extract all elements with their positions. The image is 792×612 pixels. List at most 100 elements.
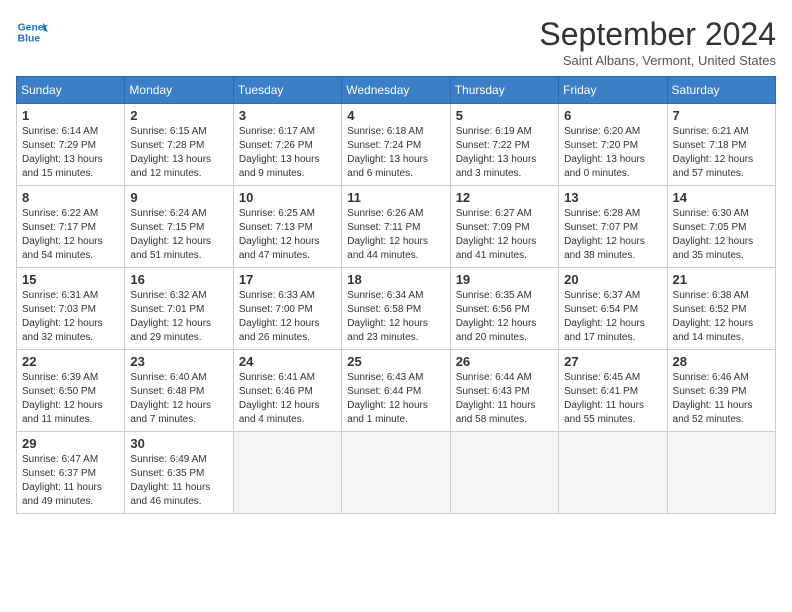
calendar-day-cell: 2Sunrise: 6:15 AM Sunset: 7:28 PM Daylig…: [125, 104, 233, 186]
day-number: 9: [130, 190, 227, 205]
day-number: 16: [130, 272, 227, 287]
svg-text:Blue: Blue: [18, 34, 41, 45]
day-info: Sunrise: 6:17 AM Sunset: 7:26 PM Dayligh…: [239, 125, 336, 181]
day-number: 13: [564, 190, 661, 205]
calendar-day-cell: 30 Sunrise: 6:49 AM Sunset: 6:35 PM Dayli…: [125, 432, 233, 514]
col-header-tuesday: Tuesday: [233, 77, 341, 104]
calendar-day-cell: [559, 432, 667, 514]
day-number: 30: [130, 436, 227, 451]
day-info: Sunrise: 6:38 AM Sunset: 6:52 PM Dayligh…: [673, 289, 770, 345]
day-number: 27: [564, 354, 661, 369]
day-number: 4: [347, 108, 444, 123]
calendar-day-cell: 6 Sunrise: 6:20 AM Sunset: 7:20 PM Daylig…: [559, 104, 667, 186]
calendar-day-cell: 4 Sunrise: 6:18 AM Sunset: 7:24 PM Daylig…: [342, 104, 450, 186]
col-header-thursday: Thursday: [450, 77, 558, 104]
logo: General Blue: [16, 16, 48, 48]
calendar-day-cell: 9 Sunrise: 6:24 AM Sunset: 7:15 PM Daylig…: [125, 186, 233, 268]
col-header-saturday: Saturday: [667, 77, 775, 104]
day-info: Sunrise: 6:27 AM Sunset: 7:09 PM Dayligh…: [456, 207, 553, 263]
calendar-table: SundayMondayTuesdayWednesdayThursdayFrid…: [16, 76, 776, 514]
calendar-day-cell: 23Sunrise: 6:40 AM Sunset: 6:48 PM Dayli…: [125, 350, 233, 432]
calendar-day-cell: 20 Sunrise: 6:37 AM Sunset: 6:54 PM Dayli…: [559, 268, 667, 350]
day-info: Sunrise: 6:35 AM Sunset: 6:56 PM Dayligh…: [456, 289, 553, 345]
title-block: September 2024 Saint Albans, Vermont, Un…: [539, 16, 776, 68]
calendar-day-cell: 17Sunrise: 6:33 AM Sunset: 7:00 PM Dayli…: [233, 268, 341, 350]
day-info: Sunrise: 6:47 AM Sunset: 6:37 PM Dayligh…: [22, 453, 119, 509]
day-info: Sunrise: 6:30 AM Sunset: 7:05 PM Dayligh…: [673, 207, 770, 263]
day-info: Sunrise: 6:40 AM Sunset: 6:48 PM Dayligh…: [130, 371, 227, 427]
calendar-week-row: 22 Sunrise: 6:39 AM Sunset: 6:50 PM Dayli…: [17, 350, 776, 432]
col-header-monday: Monday: [125, 77, 233, 104]
day-number: 5: [456, 108, 553, 123]
day-info: Sunrise: 6:22 AM Sunset: 7:17 PM Dayligh…: [22, 207, 119, 263]
calendar-day-cell: 25Sunrise: 6:43 AM Sunset: 6:44 PM Dayli…: [342, 350, 450, 432]
day-number: 21: [673, 272, 770, 287]
day-number: 7: [673, 108, 770, 123]
calendar-day-cell: 28Sunrise: 6:46 AM Sunset: 6:39 PM Dayli…: [667, 350, 775, 432]
day-info: Sunrise: 6:24 AM Sunset: 7:15 PM Dayligh…: [130, 207, 227, 263]
month-title: September 2024: [539, 16, 776, 53]
calendar-day-cell: 7 Sunrise: 6:21 AM Sunset: 7:18 PM Daylig…: [667, 104, 775, 186]
day-info: Sunrise: 6:25 AM Sunset: 7:13 PM Dayligh…: [239, 207, 336, 263]
day-info: Sunrise: 6:45 AM Sunset: 6:41 PM Dayligh…: [564, 371, 661, 427]
calendar-day-cell: [233, 432, 341, 514]
day-number: 15: [22, 272, 119, 287]
day-number: 8: [22, 190, 119, 205]
calendar-day-cell: 29 Sunrise: 6:47 AM Sunset: 6:37 PM Dayli…: [17, 432, 125, 514]
calendar-day-cell: 26Sunrise: 6:44 AM Sunset: 6:43 PM Dayli…: [450, 350, 558, 432]
day-info: Sunrise: 6:32 AM Sunset: 7:01 PM Dayligh…: [130, 289, 227, 345]
calendar-day-cell: 27 Sunrise: 6:45 AM Sunset: 6:41 PM Dayli…: [559, 350, 667, 432]
day-info: Sunrise: 6:21 AM Sunset: 7:18 PM Dayligh…: [673, 125, 770, 181]
location-subtitle: Saint Albans, Vermont, United States: [539, 53, 776, 68]
calendar-day-cell: [667, 432, 775, 514]
day-info: Sunrise: 6:44 AM Sunset: 6:43 PM Dayligh…: [456, 371, 553, 427]
day-info: Sunrise: 6:28 AM Sunset: 7:07 PM Dayligh…: [564, 207, 661, 263]
day-info: Sunrise: 6:49 AM Sunset: 6:35 PM Dayligh…: [130, 453, 227, 509]
day-info: Sunrise: 6:41 AM Sunset: 6:46 PM Dayligh…: [239, 371, 336, 427]
day-number: 20: [564, 272, 661, 287]
day-info: Sunrise: 6:20 AM Sunset: 7:20 PM Dayligh…: [564, 125, 661, 181]
day-number: 3: [239, 108, 336, 123]
col-header-friday: Friday: [559, 77, 667, 104]
logo-icon: General Blue: [16, 16, 48, 48]
calendar-week-row: 29 Sunrise: 6:47 AM Sunset: 6:37 PM Dayli…: [17, 432, 776, 514]
calendar-day-cell: 22 Sunrise: 6:39 AM Sunset: 6:50 PM Dayli…: [17, 350, 125, 432]
calendar-day-cell: 16 Sunrise: 6:32 AM Sunset: 7:01 PM Dayli…: [125, 268, 233, 350]
calendar-day-cell: 1Sunrise: 6:14 AM Sunset: 7:29 PM Daylig…: [17, 104, 125, 186]
day-info: Sunrise: 6:18 AM Sunset: 7:24 PM Dayligh…: [347, 125, 444, 181]
day-number: 10: [239, 190, 336, 205]
day-info: Sunrise: 6:14 AM Sunset: 7:29 PM Dayligh…: [22, 125, 119, 181]
day-number: 12: [456, 190, 553, 205]
calendar-day-cell: 8 Sunrise: 6:22 AM Sunset: 7:17 PM Daylig…: [17, 186, 125, 268]
day-number: 24: [239, 354, 336, 369]
day-info: Sunrise: 6:39 AM Sunset: 6:50 PM Dayligh…: [22, 371, 119, 427]
day-number: 28: [673, 354, 770, 369]
calendar-day-cell: 11Sunrise: 6:26 AM Sunset: 7:11 PM Dayli…: [342, 186, 450, 268]
calendar-day-cell: 10 Sunrise: 6:25 AM Sunset: 7:13 PM Dayli…: [233, 186, 341, 268]
calendar-day-cell: 14 Sunrise: 6:30 AM Sunset: 7:05 PM Dayli…: [667, 186, 775, 268]
calendar-week-row: 1Sunrise: 6:14 AM Sunset: 7:29 PM Daylig…: [17, 104, 776, 186]
day-info: Sunrise: 6:15 AM Sunset: 7:28 PM Dayligh…: [130, 125, 227, 181]
calendar-day-cell: 24 Sunrise: 6:41 AM Sunset: 6:46 PM Dayli…: [233, 350, 341, 432]
day-number: 18: [347, 272, 444, 287]
day-number: 14: [673, 190, 770, 205]
day-number: 19: [456, 272, 553, 287]
calendar-day-cell: [450, 432, 558, 514]
day-number: 29: [22, 436, 119, 451]
col-header-sunday: Sunday: [17, 77, 125, 104]
day-info: Sunrise: 6:34 AM Sunset: 6:58 PM Dayligh…: [347, 289, 444, 345]
day-number: 25: [347, 354, 444, 369]
calendar-day-cell: 12 Sunrise: 6:27 AM Sunset: 7:09 PM Dayli…: [450, 186, 558, 268]
calendar-day-cell: 15Sunrise: 6:31 AM Sunset: 7:03 PM Dayli…: [17, 268, 125, 350]
day-number: 17: [239, 272, 336, 287]
page-header: General Blue September 2024 Saint Albans…: [16, 16, 776, 68]
calendar-day-cell: 21 Sunrise: 6:38 AM Sunset: 6:52 PM Dayli…: [667, 268, 775, 350]
calendar-day-cell: 19 Sunrise: 6:35 AM Sunset: 6:56 PM Dayli…: [450, 268, 558, 350]
calendar-day-cell: 3 Sunrise: 6:17 AM Sunset: 7:26 PM Daylig…: [233, 104, 341, 186]
calendar-week-row: 15Sunrise: 6:31 AM Sunset: 7:03 PM Dayli…: [17, 268, 776, 350]
day-info: Sunrise: 6:37 AM Sunset: 6:54 PM Dayligh…: [564, 289, 661, 345]
day-number: 11: [347, 190, 444, 205]
day-number: 22: [22, 354, 119, 369]
day-number: 6: [564, 108, 661, 123]
col-header-wednesday: Wednesday: [342, 77, 450, 104]
